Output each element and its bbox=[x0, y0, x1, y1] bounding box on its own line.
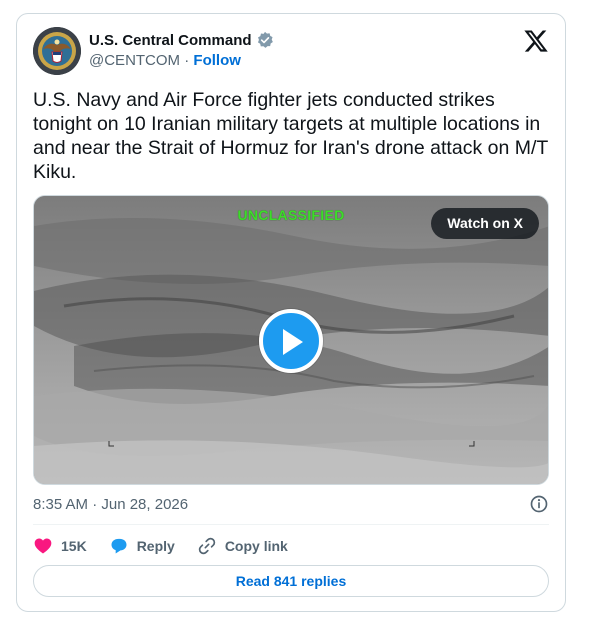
tweet-header: U.S. Central Command @CENTCOM · Follow bbox=[33, 27, 549, 79]
heart-icon bbox=[34, 538, 52, 554]
copy-link-label: Copy link bbox=[224, 538, 288, 554]
x-logo-icon[interactable] bbox=[523, 28, 549, 54]
link-icon bbox=[198, 537, 216, 555]
read-replies-button[interactable]: Read 841 replies bbox=[33, 565, 549, 597]
watch-on-x-button[interactable]: Watch on X bbox=[431, 208, 539, 239]
divider bbox=[33, 524, 549, 525]
like-button[interactable]: 15K bbox=[33, 536, 87, 556]
author-handle[interactable]: @CENTCOM bbox=[89, 52, 180, 69]
video-player[interactable]: UNCLASSIFIED Watch on X bbox=[33, 195, 549, 485]
centcom-seal-icon bbox=[33, 27, 81, 75]
action-bar: 15K Reply Copy link bbox=[33, 535, 310, 557]
copy-link-button[interactable]: Copy link bbox=[197, 536, 288, 556]
tweet-card: U.S. Central Command @CENTCOM · Follow U… bbox=[16, 13, 566, 612]
handle-separator: · bbox=[184, 52, 190, 69]
follow-button[interactable]: Follow bbox=[193, 52, 241, 69]
reply-bubble-icon bbox=[111, 538, 127, 554]
tweet-text: U.S. Navy and Air Force fighter jets con… bbox=[33, 89, 548, 183]
reply-button[interactable]: Reply bbox=[109, 536, 175, 556]
author-name[interactable]: U.S. Central Command bbox=[89, 32, 252, 49]
verified-badge-icon bbox=[257, 31, 273, 48]
info-icon[interactable] bbox=[529, 494, 549, 514]
play-button[interactable] bbox=[259, 309, 323, 373]
like-count: 15K bbox=[61, 538, 87, 554]
reply-label: Reply bbox=[136, 538, 175, 554]
author-avatar[interactable] bbox=[33, 27, 81, 75]
author-identity: U.S. Central Command @CENTCOM · Follow bbox=[89, 31, 274, 69]
play-icon bbox=[283, 329, 303, 355]
tweet-timestamp[interactable]: 8:35 AM · Jun 28, 2026 bbox=[33, 496, 188, 513]
